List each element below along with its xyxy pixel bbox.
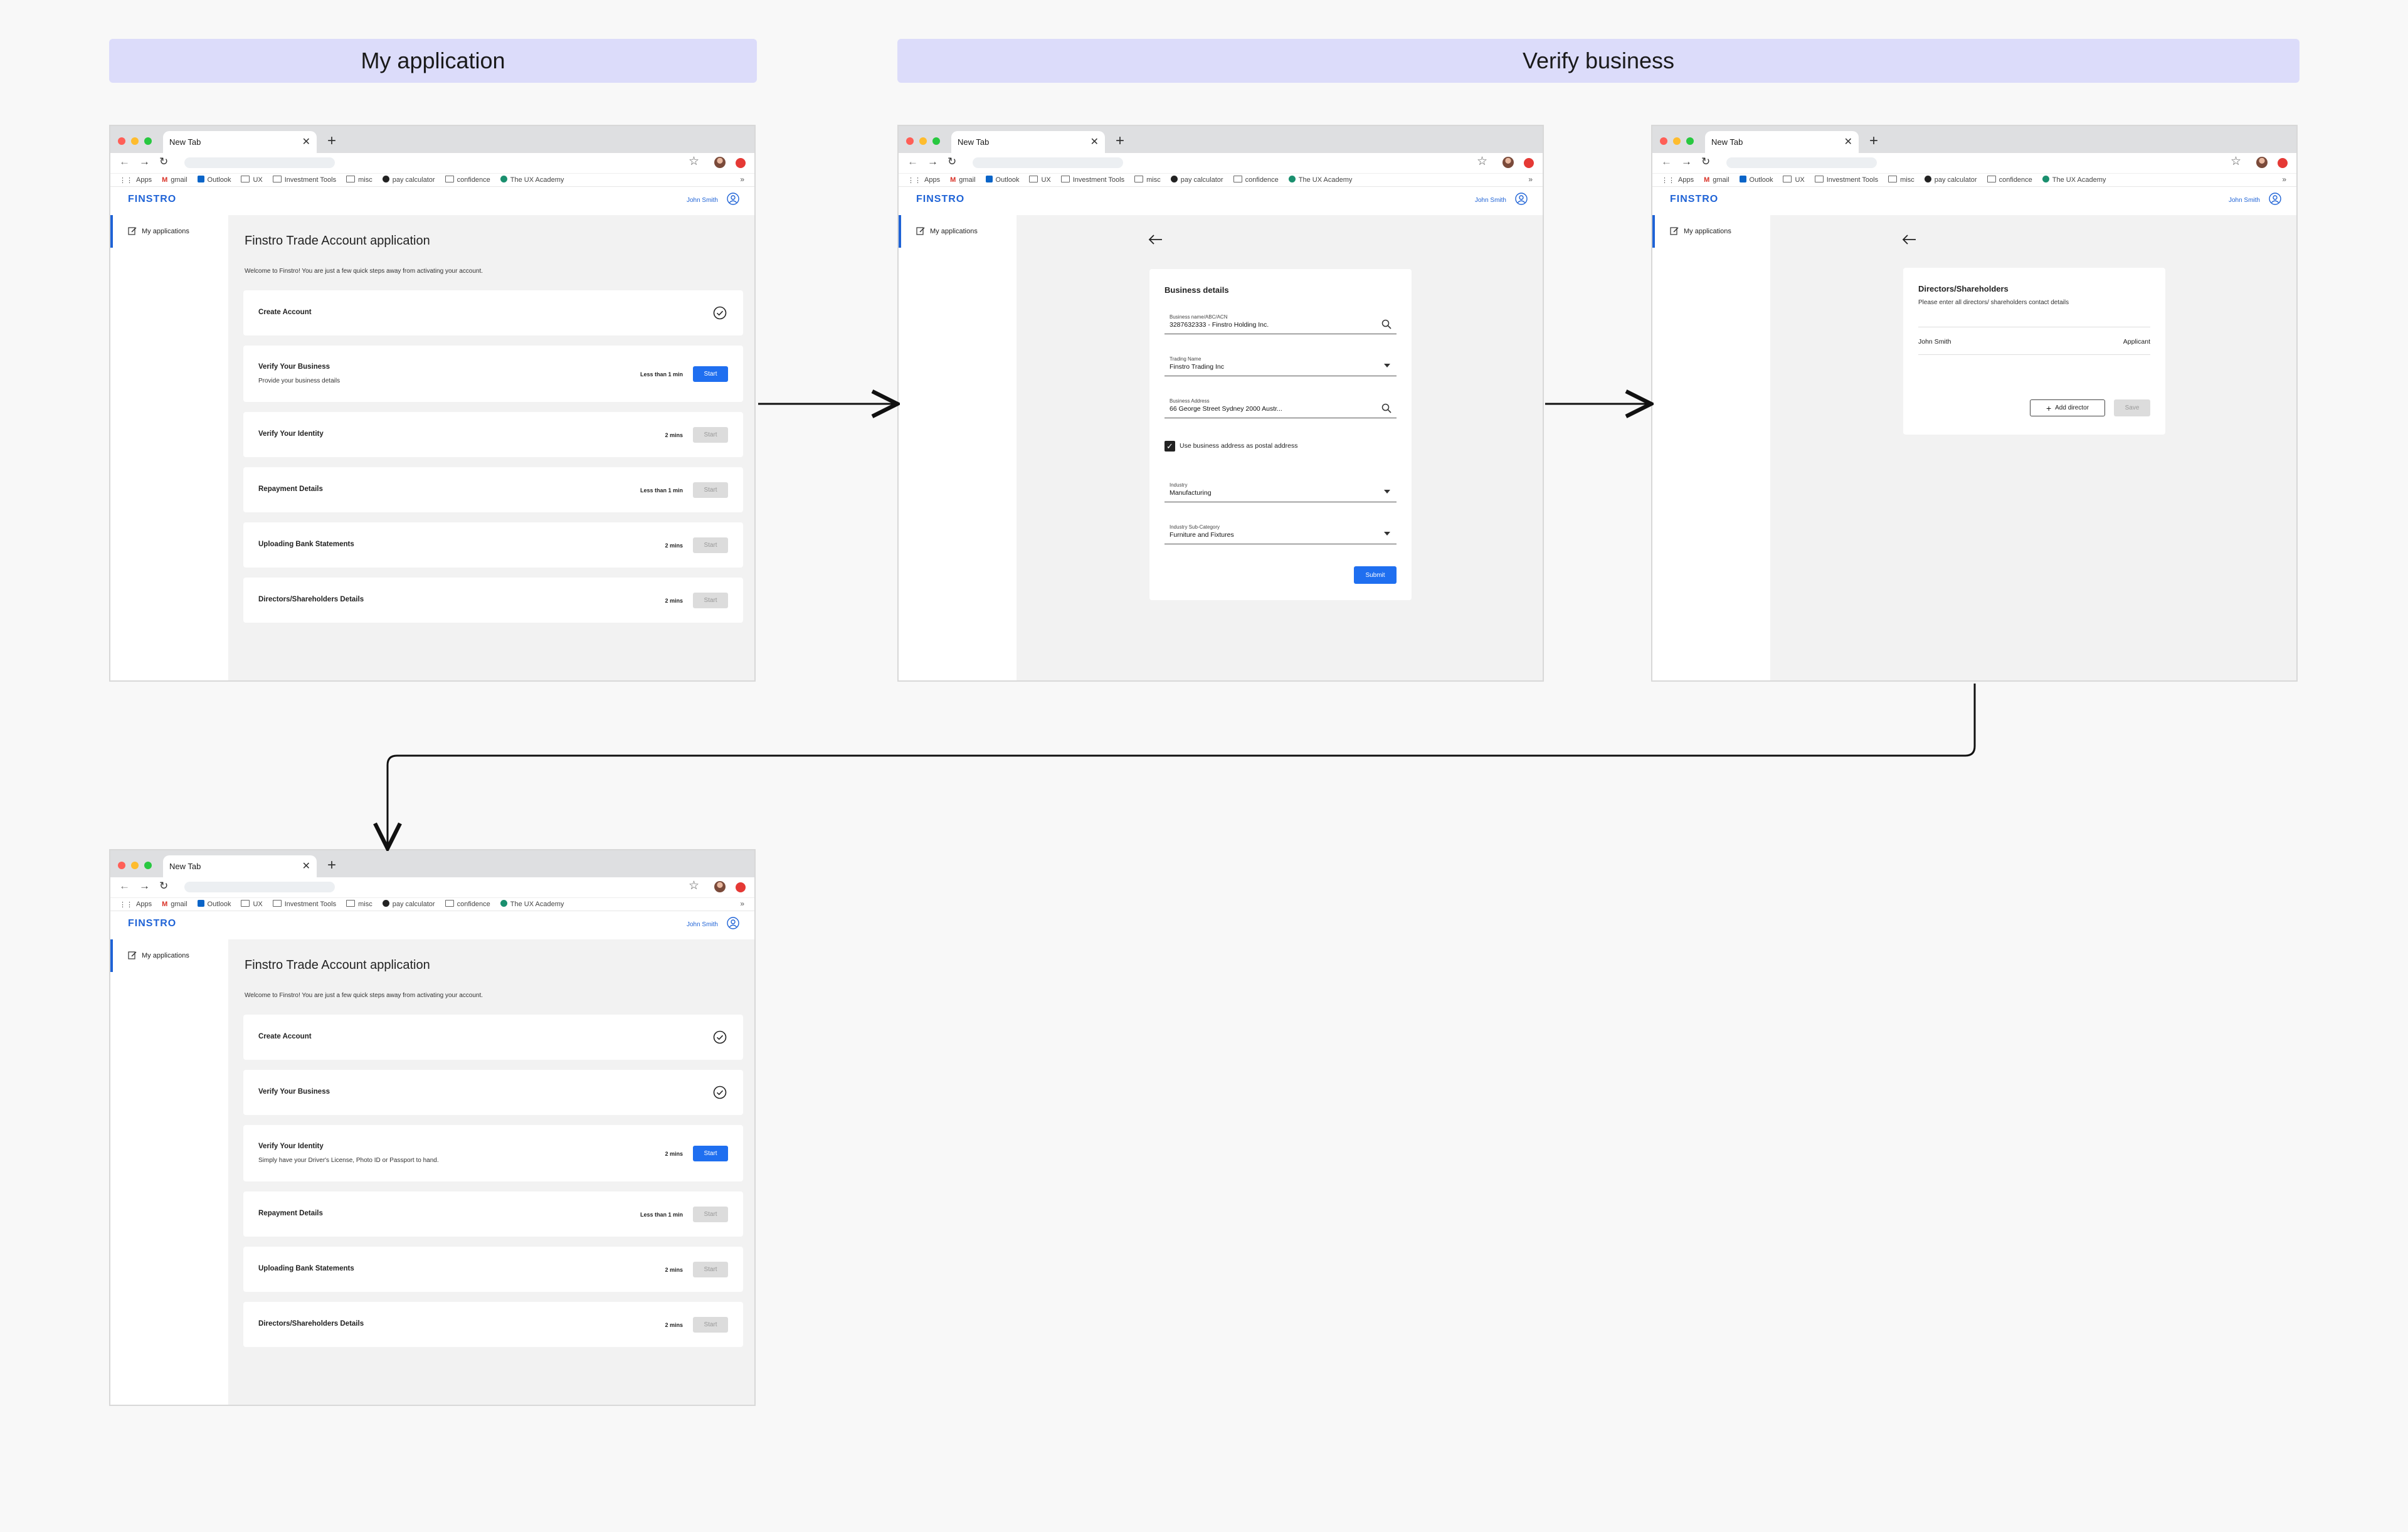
flow-connectors (0, 0, 1976, 1532)
arrow-directors-to-identity (388, 684, 1976, 848)
